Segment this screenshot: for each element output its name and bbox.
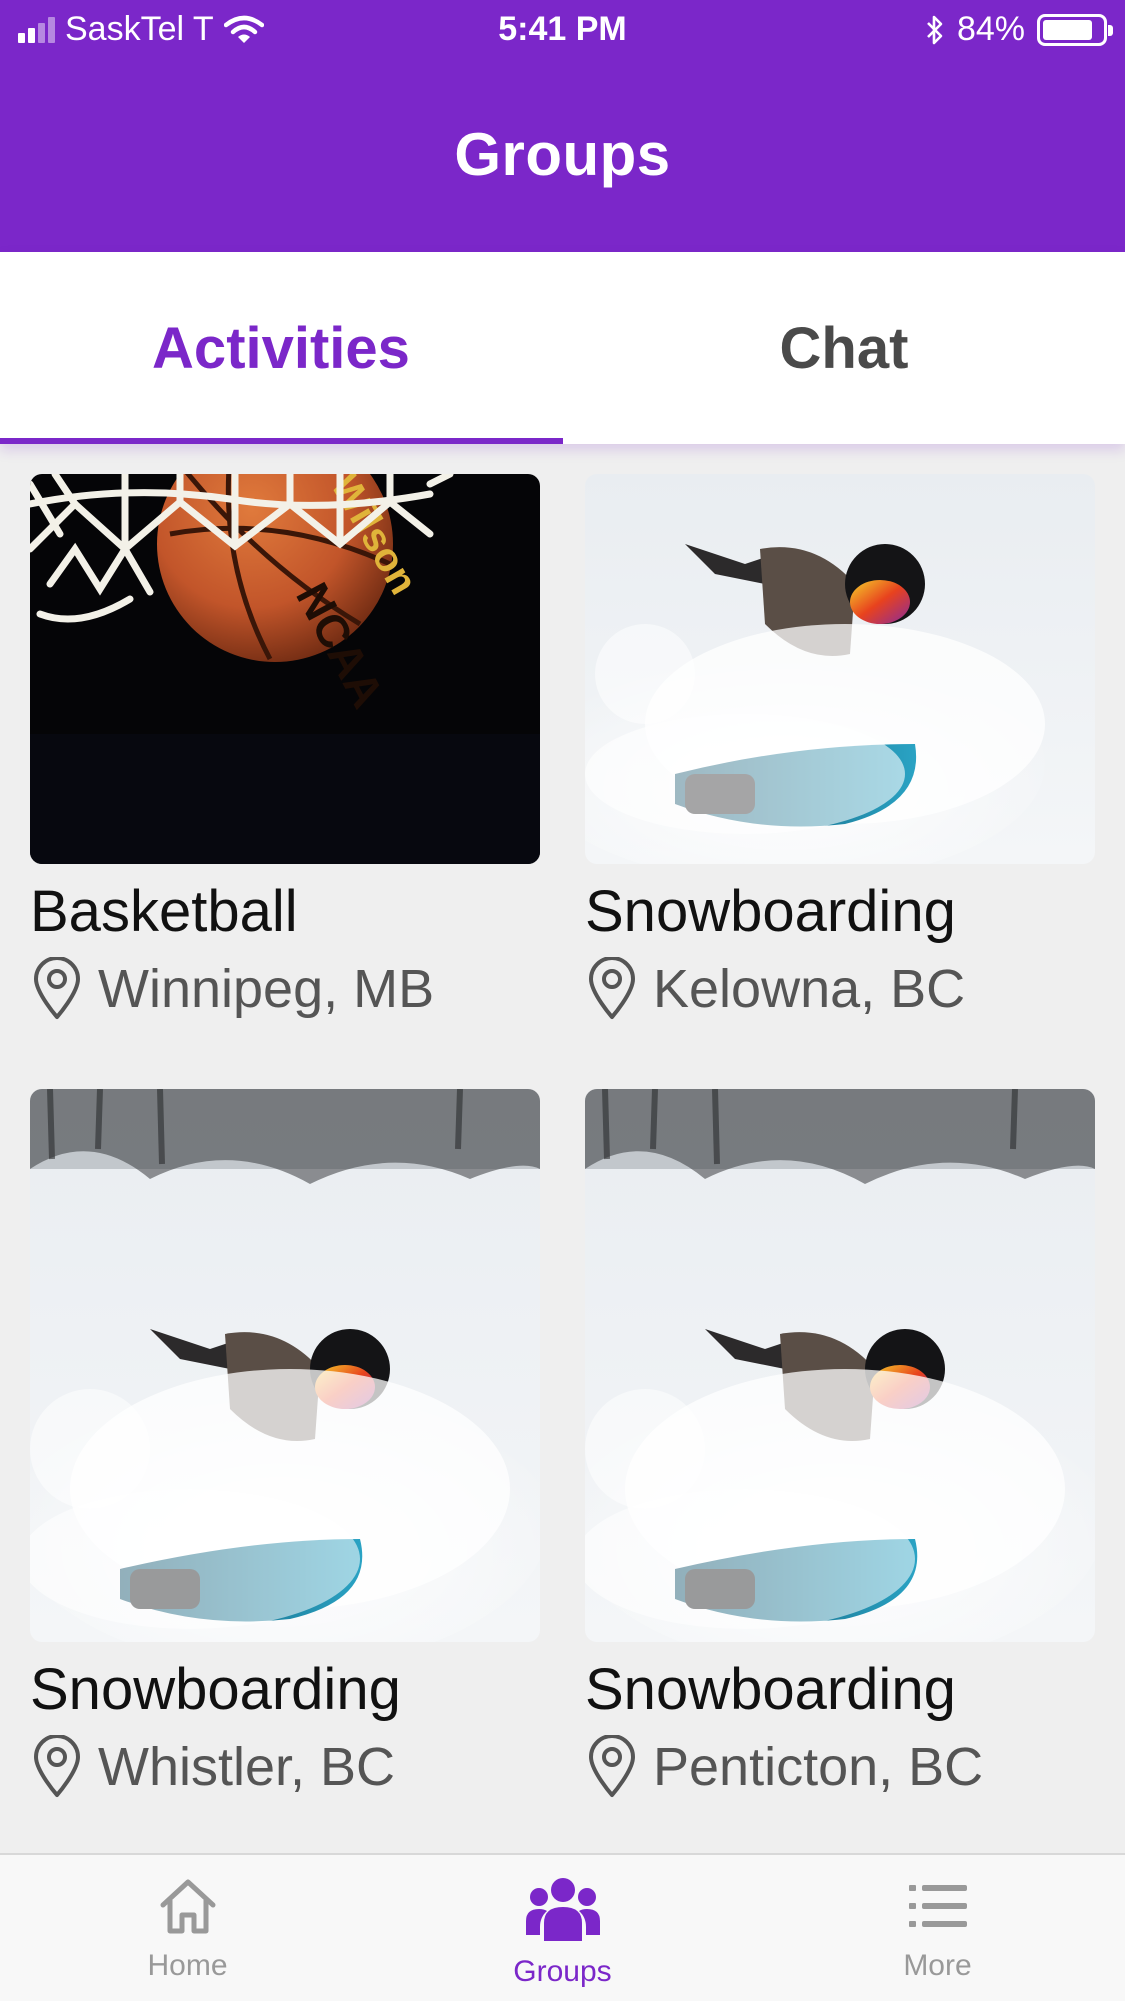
activity-location: Whistler, BC [30, 1735, 540, 1799]
battery-percent: 84% [956, 10, 1025, 48]
active-tab-indicator [0, 438, 563, 444]
snowboarding-photo [585, 474, 1095, 864]
bottom-nav: Home Groups More [0, 1853, 1125, 2001]
activity-card[interactable]: Snowboarding Kelowna, BC [585, 474, 1095, 1021]
nav-home-label: Home [147, 1949, 228, 1982]
location-pin-icon [34, 957, 80, 1019]
status-bar: SaskTel T 5:41 PM 84% [0, 0, 1125, 60]
nav-groups[interactable]: Groups [375, 1855, 750, 2001]
home-icon [160, 1879, 215, 1934]
activities-grid: NCAA Wilson Basketball Winnipeg, MB Snow… [0, 444, 1125, 1854]
status-right: 84% [925, 10, 1113, 49]
location-text: Kelowna, BC [653, 959, 966, 1019]
battery-icon [1037, 13, 1113, 46]
activity-location: Winnipeg, MB [30, 957, 540, 1021]
activity-title: Snowboarding [585, 879, 956, 944]
tab-chat[interactable]: Chat [563, 252, 1125, 444]
nav-more[interactable]: More [750, 1855, 1125, 2001]
location-text: Winnipeg, MB [98, 959, 435, 1019]
activity-title: Snowboarding [585, 1657, 956, 1722]
snowboarding-photo [585, 1089, 1095, 1642]
location-pin-icon [34, 1735, 80, 1797]
activity-card[interactable]: Snowboarding Penticton, BC [585, 1089, 1095, 1799]
battery-fill [1043, 19, 1092, 40]
activity-location: Kelowna, BC [585, 957, 1095, 1021]
groups-icon [525, 1878, 600, 1941]
tab-activities[interactable]: Activities [0, 252, 562, 444]
nav-groups-label: Groups [513, 1955, 612, 1988]
nav-more-label: More [903, 1949, 972, 1982]
activity-title: Snowboarding [30, 1657, 401, 1722]
location-text: Whistler, BC [98, 1737, 396, 1797]
snowboarding-photo [30, 1089, 540, 1642]
activity-location: Penticton, BC [585, 1735, 1095, 1799]
activity-title: Basketball [30, 879, 298, 944]
bluetooth-icon [927, 15, 943, 44]
location-pin-icon [589, 957, 635, 1019]
location-pin-icon [589, 1735, 635, 1797]
nav-home[interactable]: Home [0, 1855, 375, 2001]
location-text: Penticton, BC [653, 1737, 984, 1797]
activity-card[interactable]: NCAA Wilson Basketball Winnipeg, MB [30, 474, 540, 1021]
app-root: SaskTel T 5:41 PM 84% Groups Activities … [0, 0, 1125, 2001]
app-header: SaskTel T 5:41 PM 84% Groups [0, 0, 1125, 252]
activity-card[interactable]: Snowboarding Whistler, BC [30, 1089, 540, 1799]
menu-list-icon [908, 1885, 967, 1927]
tab-bar: Activities Chat [0, 252, 1125, 444]
basketball-photo: NCAA Wilson [30, 474, 540, 864]
page-title: Groups [454, 121, 671, 188]
